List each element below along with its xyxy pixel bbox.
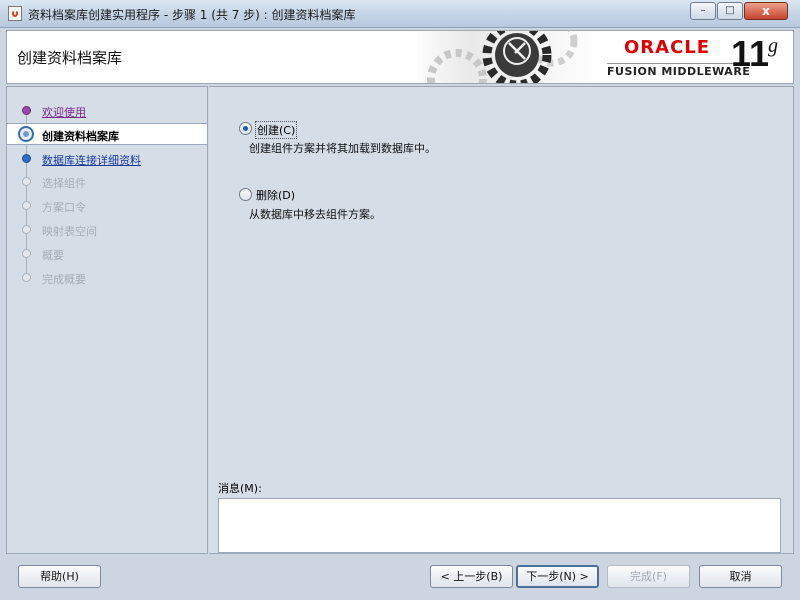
gears-graphic xyxy=(412,31,602,83)
maximize-button[interactable]: □ xyxy=(717,2,743,20)
product-name: FUSION MIDDLEWARE xyxy=(607,63,751,78)
step-label: 完成概要 xyxy=(42,273,86,286)
step-current-icon xyxy=(18,126,34,142)
step-map-tablespaces: 映射表空间 xyxy=(7,219,207,241)
step-schema-password: 方案口令 xyxy=(7,195,207,217)
create-radio-label[interactable]: 创建(C) xyxy=(255,121,298,139)
step-label: 选择组件 xyxy=(42,177,86,190)
step-label: 数据库连接详细资料 xyxy=(42,154,141,167)
step-pending-icon xyxy=(22,249,31,258)
page-title: 创建资料档案库 xyxy=(17,49,123,67)
drop-description: 从数据库中移去组件方案。 xyxy=(249,208,381,221)
step-summary: 概要 xyxy=(7,243,207,265)
window-title: 资料档案库创建实用程序 - 步骤 1 (共 7 步) : 创建资料档案库 xyxy=(28,8,356,22)
messages-box[interactable] xyxy=(218,498,781,553)
create-radio[interactable] xyxy=(239,122,252,135)
title-bar: 资料档案库创建实用程序 - 步骤 1 (共 7 步) : 创建资料档案库 – □… xyxy=(0,0,800,28)
finish-button: 完成(F) xyxy=(607,565,690,588)
step-select-components: 选择组件 xyxy=(7,171,207,193)
next-button[interactable]: 下一步(N) > xyxy=(516,565,599,588)
drop-radio-label[interactable]: 删除(D) xyxy=(255,187,296,203)
minimize-button[interactable]: – xyxy=(690,2,716,20)
steps-panel: 欢迎使用 创建资料档案库 数据库连接详细资料 选择组件 方案口令 映射表空间 概… xyxy=(6,86,208,554)
step-next-icon xyxy=(22,154,31,163)
version-suffix: g xyxy=(768,35,778,57)
header-banner: 创建资料档案库 ORACLE FUSION MIDDLEWARE 11 g xyxy=(6,30,794,84)
step-visited-icon xyxy=(22,106,31,115)
step-db-connection[interactable]: 数据库连接详细资料 xyxy=(7,148,207,170)
create-description: 创建组件方案并将其加载到数据库中。 xyxy=(249,142,436,155)
step-label: 创建资料档案库 xyxy=(42,130,119,143)
step-welcome[interactable]: 欢迎使用 xyxy=(7,100,207,122)
drop-radio[interactable] xyxy=(239,188,252,201)
back-button[interactable]: < 上一步(B) xyxy=(430,565,513,588)
close-button[interactable]: x xyxy=(744,2,788,20)
messages-label: 消息(M): xyxy=(218,482,262,495)
oracle-logo: ORACLE xyxy=(624,37,711,58)
version-number: 11 xyxy=(731,33,770,74)
step-pending-icon xyxy=(22,225,31,234)
step-create-repository: 创建资料档案库 xyxy=(7,123,207,145)
main-panel: 创建(C) 创建组件方案并将其加载到数据库中。 删除(D) 从数据库中移去组件方… xyxy=(209,86,794,554)
step-label: 映射表空间 xyxy=(42,225,97,238)
step-pending-icon xyxy=(22,177,31,186)
java-app-icon xyxy=(8,6,22,21)
step-completion-summary: 完成概要 xyxy=(7,267,207,289)
step-pending-icon xyxy=(22,201,31,210)
cancel-button[interactable]: 取消 xyxy=(699,565,782,588)
step-label: 欢迎使用 xyxy=(42,106,86,119)
step-label: 概要 xyxy=(42,249,64,262)
step-pending-icon xyxy=(22,273,31,282)
help-button[interactable]: 帮助(H) xyxy=(18,565,101,588)
step-label: 方案口令 xyxy=(42,201,86,214)
